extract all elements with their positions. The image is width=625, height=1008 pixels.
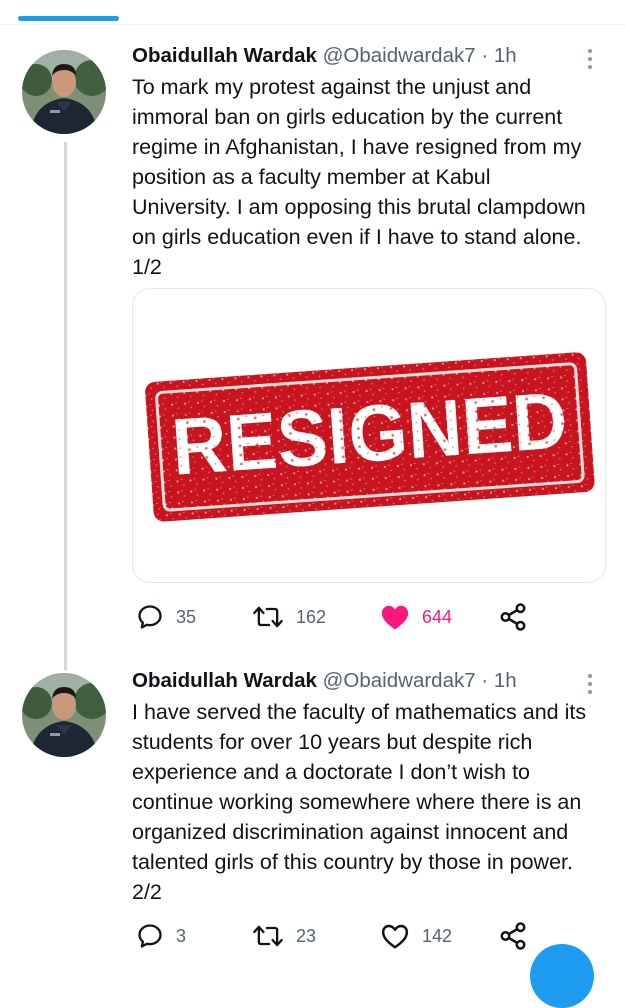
author-handle[interactable]: @Obaidwardak7: [323, 44, 476, 67]
retweet-button[interactable]: 23: [252, 921, 316, 951]
tweet-actions: 3 23 142: [132, 921, 552, 951]
retweet-button[interactable]: 162: [252, 602, 326, 632]
author-handle[interactable]: @Obaidwardak7: [323, 669, 476, 692]
share-button[interactable]: [498, 602, 528, 632]
like-icon: [381, 924, 409, 949]
retweet-icon: [253, 606, 283, 628]
separator: ·: [481, 44, 489, 67]
share-icon: [500, 603, 526, 631]
like-count: 142: [422, 925, 453, 946]
author-name[interactable]: Obaidullah Wardak: [132, 44, 317, 67]
active-tab-indicator: [18, 16, 119, 21]
avatar[interactable]: [22, 673, 106, 757]
share-icon: [500, 922, 526, 950]
like-icon: [381, 605, 409, 630]
tweet-header: Obaidullah Wardak @Obaidwardak7 · 1h: [132, 40, 517, 72]
timestamp[interactable]: 1h: [494, 44, 517, 67]
resigned-stamp-image: RESIGNED: [133, 289, 605, 582]
retweet-icon: [253, 925, 283, 947]
reply-count: 3: [176, 925, 187, 946]
reply-count: 35: [176, 606, 197, 627]
share-button[interactable]: [498, 921, 528, 951]
tweet-text: I have served the faculty of mathematics…: [132, 700, 587, 904]
separator: ·: [481, 669, 489, 692]
like-button[interactable]: 644: [380, 602, 452, 632]
timestamp[interactable]: 1h: [494, 669, 517, 692]
retweet-count: 162: [296, 606, 327, 627]
reply-button[interactable]: 3: [136, 921, 186, 951]
retweet-count: 23: [296, 925, 317, 946]
tweet-text: To mark my protest against the unjust an…: [132, 75, 586, 279]
compose-tweet-button[interactable]: [530, 944, 594, 1008]
reply-button[interactable]: 35: [136, 602, 196, 632]
tweet-header: Obaidullah Wardak @Obaidwardak7 · 1h: [132, 665, 517, 697]
top-divider: [0, 24, 625, 25]
reply-icon: [138, 605, 162, 629]
like-count: 644: [422, 606, 453, 627]
thread-line: [64, 142, 67, 670]
tweet-media-image[interactable]: RESIGNED: [132, 288, 606, 583]
avatar[interactable]: [22, 50, 106, 134]
reply-icon: [138, 924, 162, 948]
author-name[interactable]: Obaidullah Wardak: [132, 669, 317, 692]
like-button[interactable]: 142: [380, 921, 452, 951]
tweet-actions: 35 162 644: [132, 602, 552, 632]
